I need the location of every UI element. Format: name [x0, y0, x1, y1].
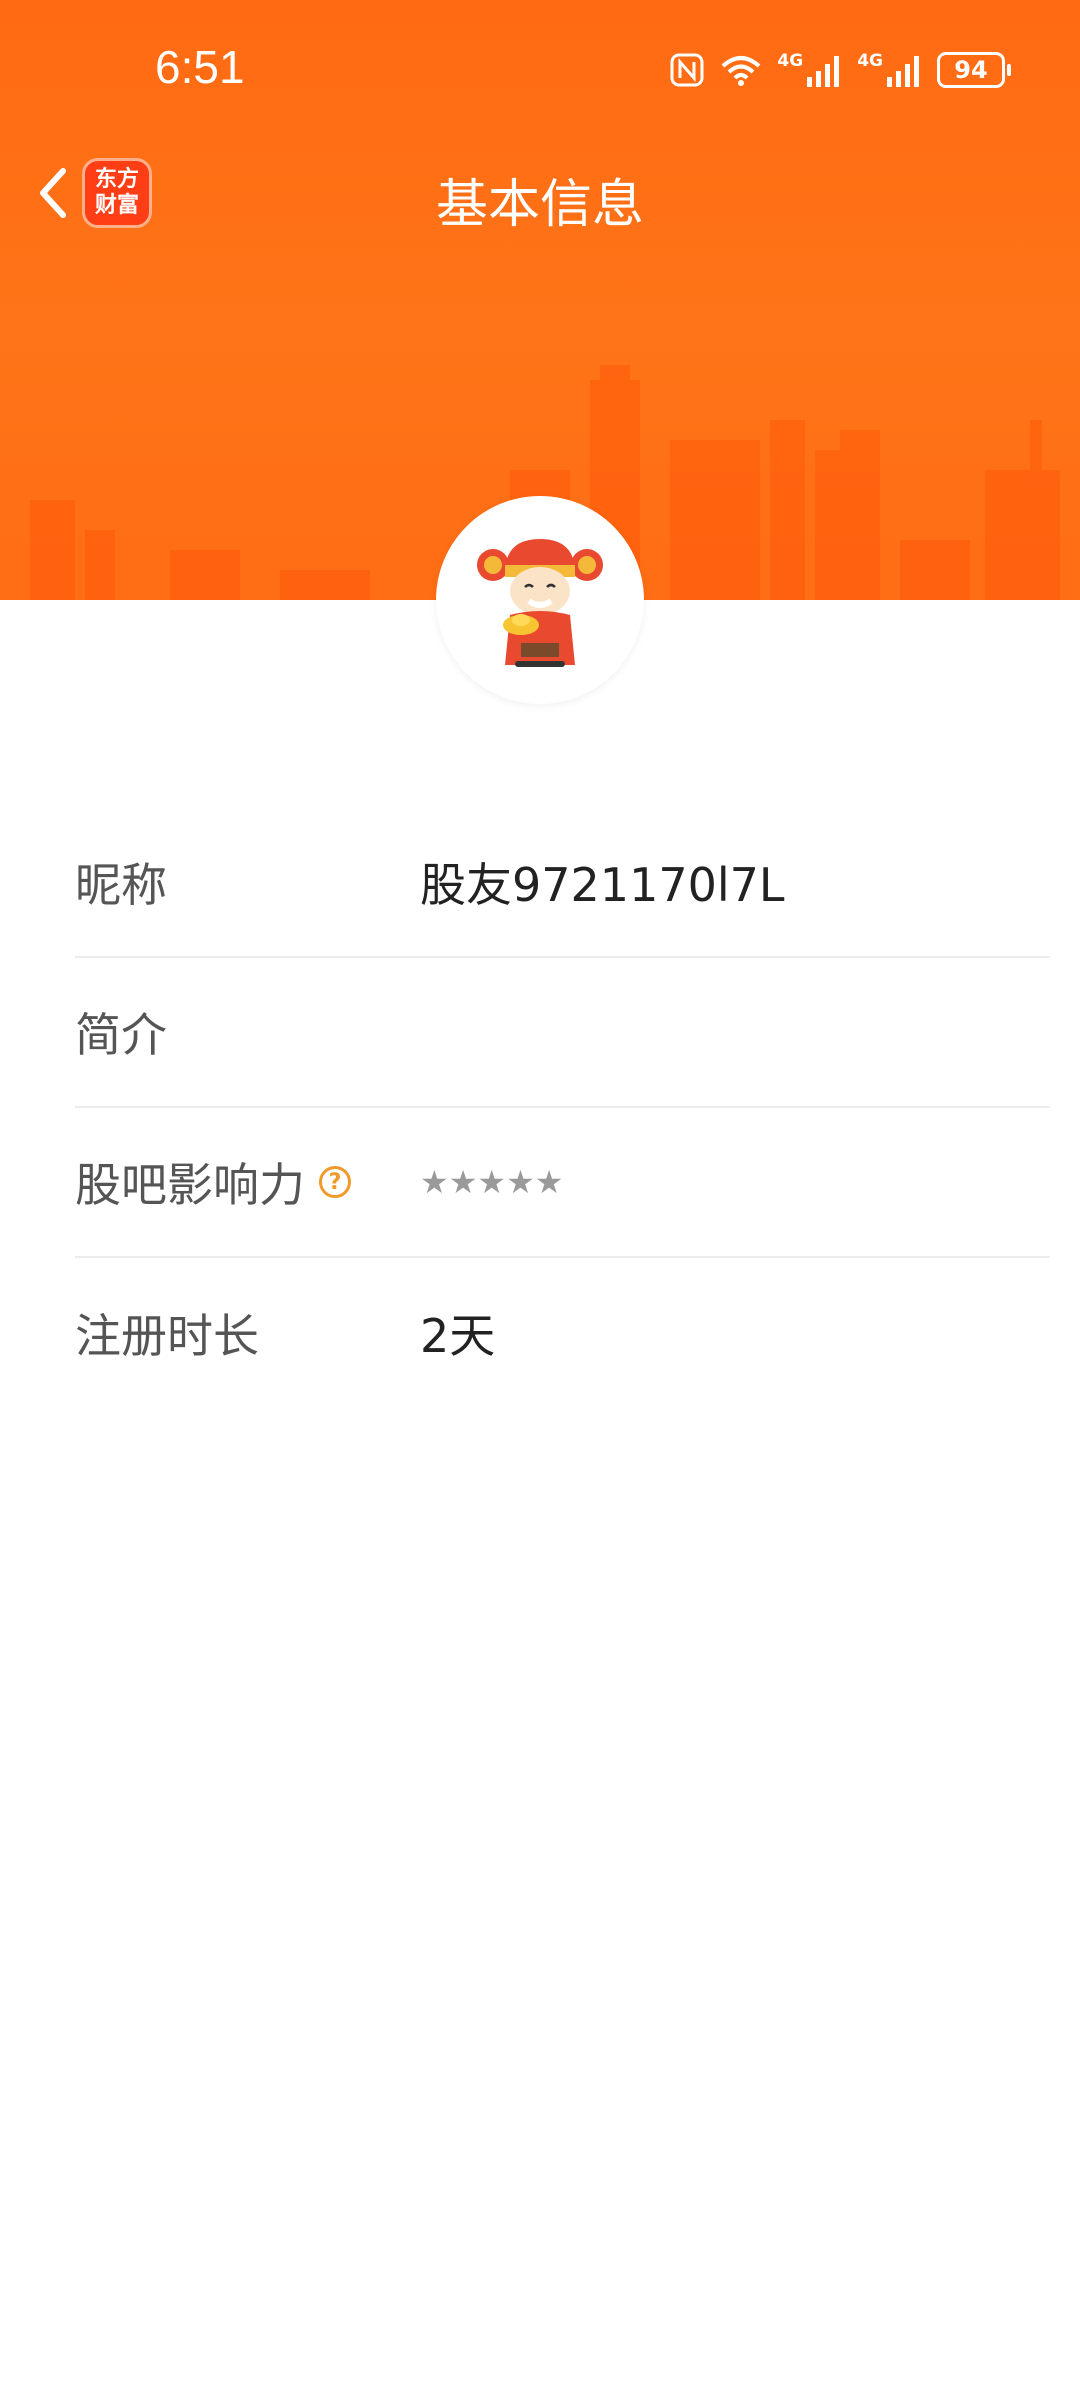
- nav-bar: 东方 财富 基本信息: [0, 140, 1080, 250]
- wifi-icon: [722, 56, 761, 86]
- influence-label: 股吧影响力: [75, 1158, 305, 1212]
- help-icon[interactable]: ?: [319, 1166, 351, 1198]
- nickname-row[interactable]: 昵称 股友9721170l7L: [75, 808, 1050, 958]
- fortune-god-avatar-icon: [477, 539, 603, 667]
- intro-label: 简介: [75, 1008, 167, 1062]
- register-duration-label: 注册时长: [75, 1309, 259, 1363]
- battery-icon: 94: [937, 52, 1011, 88]
- avatar[interactable]: [436, 496, 644, 704]
- battery-level: 94: [954, 56, 988, 84]
- profile-page: 6:51 4G 4G 94 东方 财富 基本信息 昵称 股友9721170l7L…: [0, 0, 1080, 2386]
- influence-stars: ★★★★★: [420, 1163, 564, 1201]
- register-duration-row: 注册时长 2天: [75, 1258, 1050, 1408]
- network-label-1: 4G: [777, 51, 804, 71]
- influence-row: 股吧影响力 ? ★★★★★: [75, 1108, 1050, 1258]
- register-duration-value: 2天: [420, 1309, 496, 1363]
- signal-icon: [807, 56, 840, 87]
- status-icons: 4G 4G 94: [669, 51, 1011, 88]
- nfc-icon: [670, 53, 704, 87]
- intro-row[interactable]: 简介: [75, 958, 1050, 1108]
- network-label-2: 4G: [857, 51, 883, 71]
- nickname-value: 股友9721170l7L: [420, 858, 785, 912]
- status-bar: 6:51 4G 4G 94: [0, 0, 1080, 140]
- nickname-label: 昵称: [75, 858, 167, 912]
- info-list: 昵称 股友9721170l7L 简介 股吧影响力 ? ★★★★★ 注册时长 2天: [75, 808, 1050, 1408]
- page-title: 基本信息: [435, 175, 644, 235]
- influence-label-wrap: 股吧影响力 ?: [75, 1149, 351, 1215]
- signal-icon: [887, 56, 919, 87]
- status-time: 6:51: [155, 41, 245, 93]
